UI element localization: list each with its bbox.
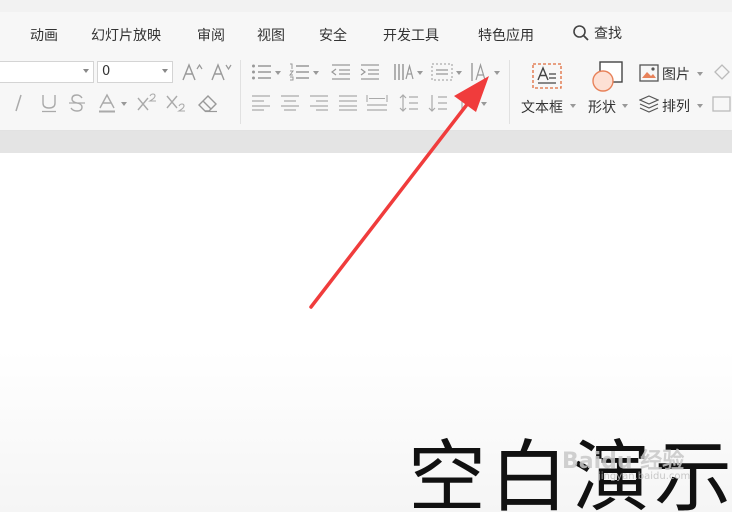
shape-button[interactable]	[590, 61, 626, 93]
vertical-align-icon	[471, 62, 486, 81]
columns-icon	[394, 63, 414, 80]
search-icon	[573, 25, 589, 41]
tab-slideshow[interactable]: 幻灯片放映	[91, 25, 161, 45]
chevron-down-icon[interactable]	[697, 72, 703, 76]
chevron-down-icon[interactable]	[313, 71, 319, 75]
chevron-down-icon[interactable]	[622, 104, 628, 108]
chevron-down-icon[interactable]	[570, 104, 576, 108]
font-size-value: 0	[102, 64, 111, 79]
text-direction-button[interactable]	[431, 63, 453, 81]
subscript-button[interactable]	[165, 93, 187, 113]
paragraph-spacing-button[interactable]	[428, 94, 448, 112]
decrease-font-icon	[211, 63, 232, 81]
chevron-down-icon[interactable]	[121, 102, 127, 106]
font-color-button[interactable]	[98, 93, 116, 113]
shape-label[interactable]: 形状	[588, 97, 616, 117]
eraser-icon	[198, 95, 217, 113]
watermark-url: jingyan.baidu.com	[598, 471, 691, 482]
tab-review[interactable]: 审阅	[197, 25, 225, 45]
align-right-icon	[310, 95, 328, 111]
shape-icon	[592, 61, 623, 92]
align-left-icon	[252, 95, 270, 111]
workspace-divider	[0, 131, 732, 153]
distributed-align-button[interactable]	[366, 94, 388, 112]
line-spacing-icon	[399, 94, 418, 112]
search-label: 查找	[594, 26, 622, 42]
select-pane-button[interactable]	[711, 95, 732, 113]
font-color-icon	[99, 93, 115, 113]
group-separator	[240, 60, 241, 124]
text-box-align-icon	[431, 63, 453, 81]
italic-button[interactable]	[12, 93, 26, 113]
group-separator	[509, 60, 510, 124]
text-columns-button[interactable]	[393, 63, 415, 81]
chevron-down-icon[interactable]	[481, 102, 487, 106]
decrease-indent-button[interactable]	[331, 63, 351, 81]
indent-icon	[360, 64, 379, 80]
tab-security[interactable]: 安全	[319, 25, 347, 45]
chevron-down-icon[interactable]	[494, 71, 500, 75]
ribbon-tab-bar: 动画 幻灯片放映 审阅 视图 安全 开发工具 特色应用	[0, 12, 732, 54]
selection-pane-icon	[712, 96, 731, 112]
chevron-down-icon[interactable]	[275, 71, 281, 75]
chevron-down-icon	[162, 69, 168, 73]
arrange-label[interactable]: 排列	[662, 96, 690, 116]
increase-indent-button[interactable]	[360, 63, 380, 81]
decrease-font-size-button[interactable]	[210, 62, 232, 82]
distributed-align-icon	[366, 95, 388, 111]
line-spacing-options-icon	[458, 94, 477, 111]
clear-format-button[interactable]	[197, 93, 219, 113]
paint-bucket-icon	[714, 64, 730, 80]
textbox-button[interactable]	[532, 63, 562, 89]
chevron-down-icon[interactable]	[456, 71, 462, 75]
bullet-list-button[interactable]	[251, 63, 273, 81]
strikethrough-button[interactable]	[68, 93, 86, 113]
align-left-button[interactable]	[251, 94, 271, 112]
justify-icon	[339, 95, 357, 111]
line-spacing-button[interactable]	[399, 94, 419, 112]
superscript-icon	[137, 93, 156, 111]
picture-button[interactable]	[639, 64, 659, 82]
textbox-icon	[532, 63, 562, 89]
arrange-button[interactable]	[639, 95, 659, 113]
chevron-down-icon	[83, 69, 89, 73]
subscript-icon	[166, 95, 185, 112]
tab-view[interactable]: 视图	[257, 25, 285, 45]
justify-button[interactable]	[338, 94, 358, 112]
increase-font-size-button[interactable]	[181, 62, 203, 82]
increase-font-icon	[182, 63, 203, 81]
numbered-list-button[interactable]	[289, 63, 311, 81]
slide-canvas[interactable]: 空白演示 Baidu 经验 jingyan.baidu.com	[0, 153, 732, 512]
chevron-down-icon[interactable]	[417, 71, 423, 75]
underline-icon	[42, 95, 56, 113]
align-right-button[interactable]	[309, 94, 329, 112]
picture-label[interactable]: 图片	[662, 64, 690, 84]
text-box-margin-button[interactable]	[458, 94, 478, 112]
outdent-icon	[331, 64, 350, 80]
align-center-icon	[281, 95, 299, 111]
chevron-down-icon[interactable]	[697, 104, 703, 108]
numbered-list-icon	[289, 63, 309, 81]
tab-animation[interactable]: 动画	[30, 25, 58, 45]
vertical-align-button[interactable]	[470, 62, 490, 82]
arrange-icon	[639, 95, 659, 113]
tab-developer-tools[interactable]: 开发工具	[383, 25, 439, 45]
paragraph-spacing-icon	[428, 95, 447, 112]
bullet-list-icon	[252, 64, 271, 80]
tab-special-apps[interactable]: 特色应用	[478, 25, 534, 45]
fill-button[interactable]	[711, 63, 732, 81]
strikethrough-icon	[69, 94, 85, 112]
picture-icon	[639, 64, 659, 82]
font-name-select[interactable]	[0, 61, 94, 83]
underline-button[interactable]	[40, 93, 58, 113]
align-center-button[interactable]	[280, 94, 300, 112]
textbox-label[interactable]: 文本框	[521, 97, 563, 117]
superscript-button[interactable]	[136, 93, 158, 113]
search-button[interactable]: 查找	[572, 12, 622, 54]
italic-icon	[15, 94, 22, 112]
font-size-select[interactable]: 0	[97, 61, 173, 83]
